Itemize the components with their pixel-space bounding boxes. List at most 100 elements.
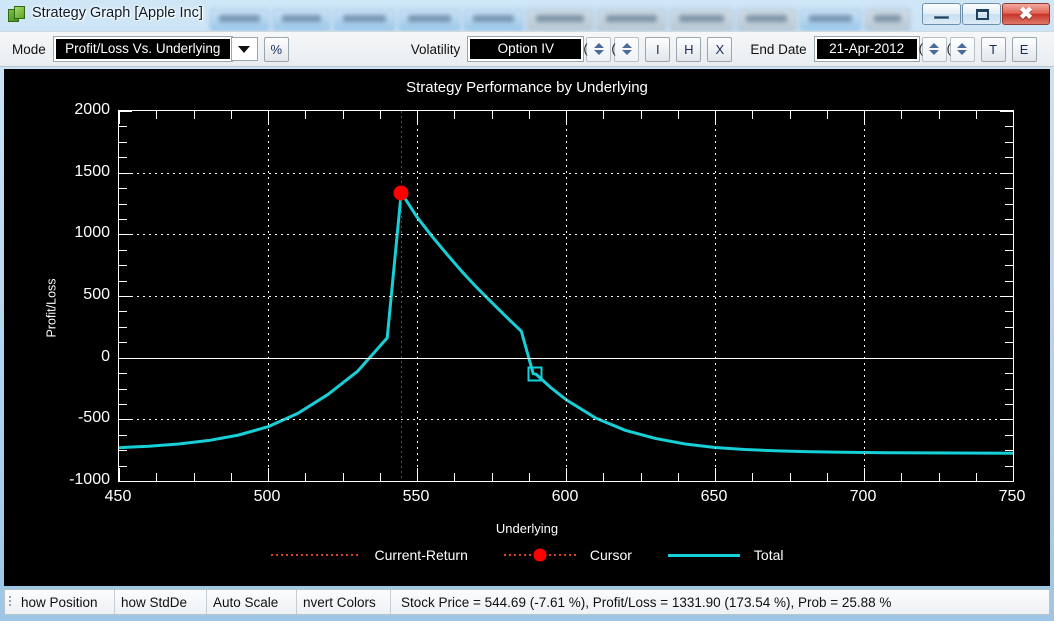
legend-item-current-return: Current-Return	[270, 547, 468, 563]
maximize-button[interactable]	[962, 3, 1001, 25]
axis-tick	[975, 111, 977, 119]
volatility-spinner-2[interactable]	[611, 36, 640, 62]
mode-label: Mode	[12, 41, 46, 57]
legend-label: Cursor	[589, 547, 632, 563]
axis-tick	[1005, 373, 1013, 375]
axis-tick	[379, 111, 381, 119]
close-button[interactable]: ✖	[1002, 3, 1050, 25]
toggle-show-stddev[interactable]: how StdDe	[115, 590, 207, 614]
x-tick-label: 500	[253, 488, 281, 505]
toggle-invert-colors[interactable]: nvert Colors	[297, 590, 391, 614]
axis-tick	[1005, 465, 1013, 467]
percent-button[interactable]: %	[263, 36, 289, 62]
axis-tick	[119, 111, 132, 112]
end-date-spinner-2[interactable]	[947, 36, 975, 62]
volatility-button-h[interactable]: H	[676, 36, 702, 62]
axis-tick	[268, 468, 269, 481]
axis-tick	[789, 473, 791, 481]
axis-tick	[491, 473, 493, 481]
axis-tick	[1000, 234, 1013, 236]
axis-tick	[119, 326, 127, 328]
axis-tick	[156, 473, 158, 481]
axis-tick	[119, 265, 127, 267]
axis-tick	[864, 111, 865, 124]
y-tick-label: -1000	[69, 471, 110, 488]
axis-tick	[1000, 296, 1013, 297]
axis-tick	[1005, 265, 1013, 267]
chart-legend: Current-Return Cursor Total	[4, 547, 1050, 563]
axis-tick	[789, 111, 791, 119]
grip-handle-icon[interactable]	[5, 590, 15, 614]
x-tick-label: 750	[998, 488, 1026, 505]
axis-tick	[1005, 403, 1013, 405]
maximize-icon	[976, 9, 989, 20]
toggle-auto-scale[interactable]: Auto Scale	[207, 590, 297, 614]
window-title: Strategy Graph [Apple Inc]	[32, 5, 203, 21]
axis-tick	[1005, 342, 1013, 344]
gridline-vertical	[864, 111, 865, 481]
axis-tick	[752, 111, 754, 119]
axis-tick	[566, 468, 567, 481]
app-cube-icon	[8, 6, 26, 23]
chart-area: Strategy Performance by Underlying Profi…	[4, 69, 1050, 586]
volatility-spinner-1[interactable]	[583, 36, 612, 62]
axis-tick	[342, 473, 344, 481]
axis-tick	[1000, 172, 1013, 174]
volatility-value-field[interactable]: Option IV	[468, 37, 584, 61]
plot-canvas[interactable]	[118, 110, 1014, 482]
volatility-button-x[interactable]: X	[707, 36, 733, 62]
axis-tick	[305, 111, 307, 119]
axis-tick	[119, 188, 127, 190]
axis-tick	[119, 403, 127, 405]
axis-tick	[379, 473, 381, 481]
axis-tick	[119, 296, 132, 297]
axis-tick	[1005, 388, 1013, 390]
axis-tick	[454, 473, 456, 481]
minimize-icon	[934, 16, 949, 19]
axis-tick	[119, 434, 127, 436]
end-date-button-t[interactable]: T	[980, 36, 1006, 62]
dotted-line-icon	[270, 554, 361, 556]
axis-tick	[528, 473, 530, 481]
y-axis-label: Profit/Loss	[44, 278, 59, 338]
axis-tick	[1005, 280, 1013, 282]
axis-tick	[119, 172, 132, 174]
axis-tick	[528, 111, 530, 119]
end-date-value-field[interactable]: 21-Apr-2012	[814, 37, 919, 61]
axis-tick	[752, 473, 754, 481]
axis-tick	[230, 473, 232, 481]
axis-tick	[677, 473, 679, 481]
end-date-spinner-1[interactable]	[919, 36, 947, 62]
axis-tick	[119, 157, 127, 159]
axis-tick	[491, 111, 493, 119]
axis-tick	[975, 473, 977, 481]
axis-tick	[1000, 419, 1013, 421]
axis-tick	[603, 111, 605, 119]
end-date-button-e[interactable]: E	[1011, 36, 1037, 62]
axis-tick	[1005, 326, 1013, 328]
gridline-vertical	[566, 111, 567, 481]
legend-label: Current-Return	[374, 547, 468, 563]
mode-dropdown-chevron-down-icon[interactable]	[230, 37, 258, 61]
x-tick-label: 700	[849, 488, 877, 505]
axis-tick	[342, 111, 344, 119]
axis-tick	[1005, 141, 1013, 143]
gridline-vertical	[268, 111, 269, 481]
position-marker[interactable]	[527, 366, 543, 382]
toggle-show-position[interactable]: how Position	[15, 590, 115, 614]
axis-tick	[1000, 111, 1013, 112]
y-tick-label: 2000	[74, 101, 110, 118]
mode-value-field[interactable]: Profit/Loss Vs. Underlying	[53, 37, 232, 61]
cursor-marker[interactable]	[393, 185, 409, 201]
current-return-cursor-line	[401, 111, 403, 481]
axis-tick	[454, 111, 456, 119]
volatility-button-i[interactable]: I	[645, 36, 671, 62]
axis-tick	[566, 111, 567, 124]
axis-tick	[901, 473, 903, 481]
minimize-button[interactable]	[922, 3, 961, 25]
axis-tick	[1013, 468, 1014, 481]
cursor-dot-icon	[503, 548, 576, 562]
strategy-graph-window: Strategy Graph [Apple Inc] ✖ Mode Profit…	[0, 0, 1054, 621]
legend-label: Total	[753, 547, 784, 563]
close-icon: ✖	[1018, 4, 1034, 23]
